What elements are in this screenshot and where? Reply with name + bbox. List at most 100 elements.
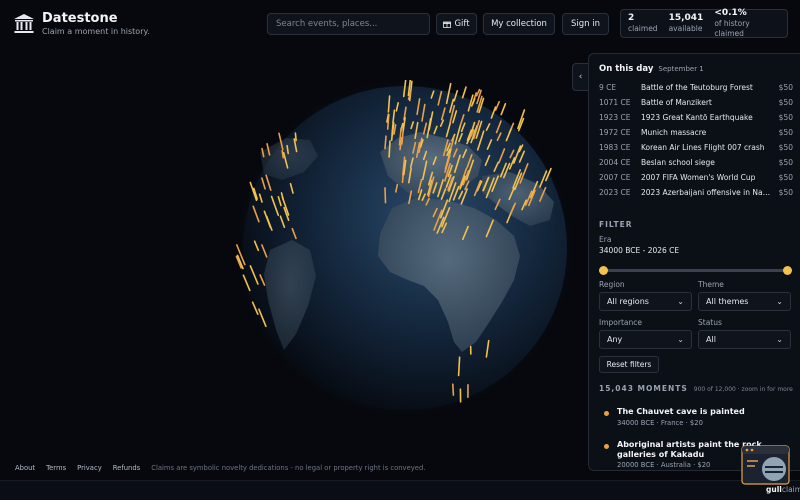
- on-this-day-item[interactable]: 1983 CE Korean Air Lines Flight 007 cras…: [599, 140, 793, 155]
- event-marker[interactable]: [286, 144, 289, 155]
- my-collection-button[interactable]: My collection: [483, 13, 555, 35]
- gull-badge-icon[interactable]: [741, 445, 790, 485]
- chevron-down-icon: ⌄: [776, 297, 783, 306]
- event-name: 2007 FIFA Women's World Cup: [641, 173, 756, 182]
- era-label: Era: [599, 235, 612, 244]
- status-select-value: All: [706, 335, 716, 344]
- gift-label: Gift: [454, 19, 470, 29]
- refunds-link[interactable]: Refunds: [113, 464, 140, 472]
- theme-select[interactable]: All themes ⌄: [698, 292, 791, 311]
- stat-available: 15,041 available: [669, 13, 704, 34]
- brand[interactable]: Datestone Claim a moment in history.: [13, 11, 150, 37]
- era-range-value: 34000 BCE - 2026 CE: [599, 246, 680, 255]
- moments-count: 15,043 MOMENTS: [599, 384, 688, 393]
- era-slider-start-thumb[interactable]: [598, 266, 608, 275]
- event-price: $50: [778, 113, 793, 122]
- event-price: $50: [778, 128, 793, 137]
- gift-button[interactable]: Gift: [436, 13, 477, 35]
- event-year: 1972 CE: [599, 128, 631, 137]
- event-year: 2023 CE: [599, 188, 631, 197]
- event-year: 1983 CE: [599, 143, 631, 152]
- privacy-link[interactable]: Privacy: [77, 464, 102, 472]
- stat-history-label: of history claimed: [714, 19, 750, 38]
- event-year: 2007 CE: [599, 173, 631, 182]
- on-this-day-item[interactable]: 2023 CE 2023 Azerbaijani offensive in Na…: [599, 185, 793, 200]
- on-this-day-item[interactable]: 1923 CE 1923 Great Kantō Earthquake $50: [599, 110, 793, 125]
- moment-dot: [604, 411, 609, 416]
- event-marker[interactable]: [384, 187, 387, 204]
- event-marker[interactable]: [281, 149, 285, 159]
- on-this-day-item[interactable]: 9 CE Battle of the Teutoburg Forest $50: [599, 80, 793, 95]
- stat-available-value: 15,041: [668, 13, 704, 23]
- moment-item[interactable]: The Chauvet cave is painted 34000 BCE · …: [604, 407, 795, 428]
- event-marker[interactable]: [384, 135, 387, 150]
- importance-select[interactable]: Any ⌄: [599, 330, 692, 349]
- event-name: 2023 Azerbaijani offensive in Nagorno-Ka…: [641, 188, 779, 197]
- era-slider[interactable]: [598, 266, 792, 275]
- event-year: 1923 CE: [599, 113, 631, 122]
- region-label: Region: [599, 280, 625, 289]
- event-marker[interactable]: [457, 356, 461, 377]
- side-panel: On this day September 1 9 CE Battle of t…: [588, 53, 800, 471]
- collapse-panel-button[interactable]: ‹: [572, 63, 588, 91]
- event-name: Battle of Manzikert: [641, 98, 712, 107]
- event-name: Korean Air Lines Flight 007 crash: [641, 143, 765, 152]
- brand-title: Datestone: [42, 11, 118, 26]
- search-input[interactable]: [267, 13, 430, 35]
- event-marker[interactable]: [294, 132, 297, 142]
- status-label: Status: [698, 318, 722, 327]
- moments-hint: 900 of 12,000 · zoom in for more: [693, 386, 793, 393]
- gull-badge-label: gullclaim: [766, 485, 800, 494]
- gull-badge-name: gull: [766, 485, 782, 494]
- event-year: 1071 CE: [599, 98, 631, 107]
- event-price: $50: [778, 158, 793, 167]
- event-price: $50: [778, 98, 793, 107]
- chevron-left-icon: ‹: [578, 72, 583, 82]
- filter-title: FILTER: [599, 220, 633, 229]
- on-this-day-item[interactable]: 1071 CE Battle of Manzikert $50: [599, 95, 793, 110]
- gull-badge-suffix: claim: [781, 485, 800, 494]
- theme-label: Theme: [698, 280, 724, 289]
- on-this-day-item[interactable]: 1972 CE Munich massacre $50: [599, 125, 793, 140]
- on-this-day-list: 9 CE Battle of the Teutoburg Forest $50 …: [599, 80, 793, 200]
- stat-claimed-label: claimed: [628, 24, 658, 33]
- stat-history: <0.1% of history claimed: [714, 8, 780, 39]
- sign-in-button[interactable]: Sign in: [562, 13, 609, 35]
- my-collection-label: My collection: [491, 19, 547, 29]
- region-select[interactable]: All regions ⌄: [599, 292, 692, 311]
- stat-available-label: available: [668, 24, 703, 33]
- event-year: 9 CE: [599, 83, 617, 92]
- event-year: 2004 CE: [599, 158, 631, 167]
- event-name: Beslan school siege: [641, 158, 715, 167]
- moment-subtitle: 34000 BCE · France · $20: [617, 418, 703, 427]
- on-this-day-item[interactable]: 2007 CE 2007 FIFA Women's World Cup $50: [599, 170, 793, 185]
- reset-filters-button[interactable]: Reset filters: [599, 356, 659, 373]
- event-price: $50: [778, 83, 793, 92]
- event-name: Battle of the Teutoburg Forest: [641, 83, 753, 92]
- globe-svg[interactable]: [220, 76, 590, 420]
- event-marker[interactable]: [388, 140, 391, 158]
- event-marker[interactable]: [452, 383, 455, 396]
- chevron-down-icon: ⌄: [677, 297, 684, 306]
- importance-select-value: Any: [607, 335, 623, 344]
- event-price: $50: [778, 143, 793, 152]
- stat-history-value: <0.1%: [714, 8, 747, 18]
- museum-icon: [14, 14, 34, 33]
- globe[interactable]: [220, 76, 590, 420]
- era-slider-end-thumb[interactable]: [782, 266, 792, 275]
- brand-tagline: Claim a moment in history.: [42, 27, 150, 36]
- stat-claimed-value: 2: [628, 13, 635, 23]
- event-price: $50: [778, 188, 793, 197]
- stats-box: 2 claimed 15,041 available <0.1% of hist…: [620, 8, 788, 39]
- on-this-day-item[interactable]: 2004 CE Beslan school siege $50: [599, 155, 793, 170]
- sign-in-label: Sign in: [571, 19, 600, 29]
- stat-claimed: 2 claimed: [628, 13, 658, 34]
- on-this-day-header: On this day September 1: [599, 64, 704, 74]
- terms-link[interactable]: Terms: [46, 464, 66, 472]
- about-link[interactable]: About: [15, 464, 35, 472]
- status-select[interactable]: All ⌄: [698, 330, 791, 349]
- importance-label: Importance: [599, 318, 642, 327]
- footer: About Terms Privacy Refunds Claims are s…: [15, 464, 425, 472]
- era-slider-fill: [603, 269, 787, 272]
- footer-disclaimer: Claims are symbolic novelty dedications …: [151, 464, 426, 472]
